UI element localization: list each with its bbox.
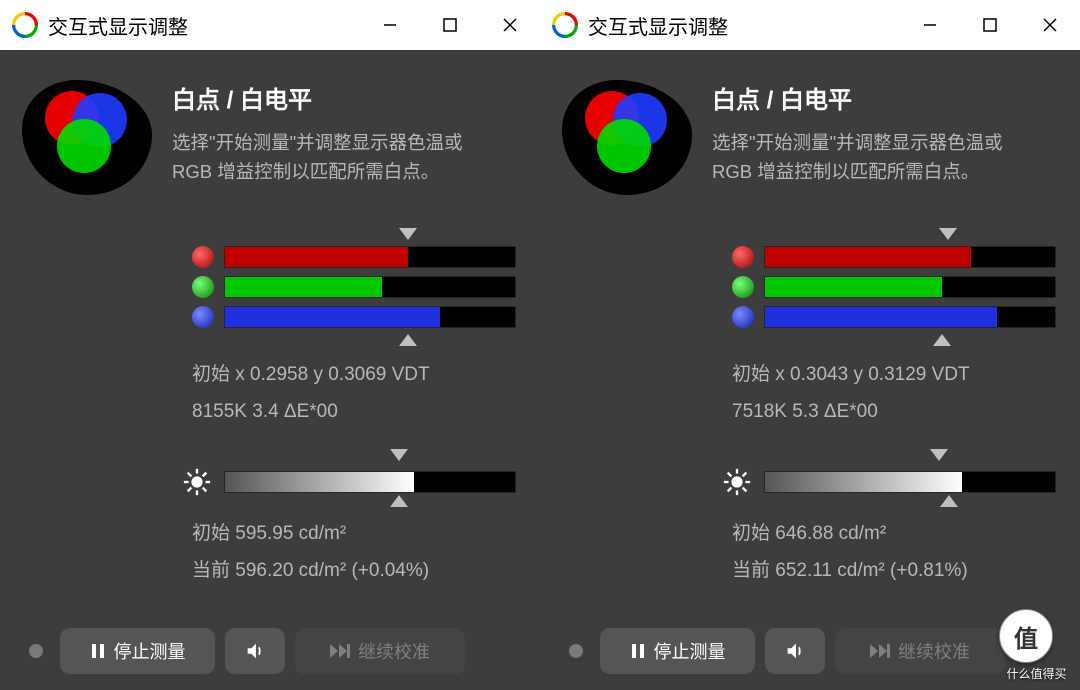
blue-dot-icon (732, 306, 754, 328)
brightness-icon (722, 467, 752, 497)
record-button[interactable] (22, 637, 50, 665)
green-dot-icon (192, 276, 214, 298)
window-left: 交互式显示调整 白点 / 白电平 选择"开始测量"并调整显示器色温或 RGB 增… (0, 0, 540, 690)
volume-icon (784, 640, 806, 662)
pause-icon (630, 643, 646, 659)
minimize-button[interactable] (360, 0, 420, 50)
red-bar[interactable] (224, 246, 516, 268)
red-bar[interactable] (764, 246, 1056, 268)
target-marker-top-icon (939, 228, 957, 240)
bright-target-marker-icon (930, 449, 948, 461)
bright-readout-1: 初始 646.88 cd/m² (562, 519, 1056, 548)
continue-calibrate-button[interactable]: 继续校准 (295, 628, 465, 674)
watermark-badge-icon: 值 (999, 609, 1053, 663)
record-button[interactable] (562, 637, 590, 665)
section-heading: 白点 / 白电平 (712, 80, 1003, 115)
brightness-bar[interactable] (764, 471, 1056, 493)
xy-readout-1: 初始 x 0.2958 y 0.3069 VDT (22, 360, 516, 389)
pause-icon (90, 643, 106, 659)
blue-dot-icon (192, 306, 214, 328)
bright-readout-1: 初始 595.95 cd/m² (22, 519, 516, 548)
maximize-button[interactable] (420, 0, 480, 50)
brightness-bar[interactable] (224, 471, 516, 493)
xy-readout-2: 7518K 5.3 ΔE*00 (562, 397, 1056, 426)
xy-readout-2: 8155K 3.4 ΔE*00 (22, 397, 516, 426)
watermark-text: 什么值得买 (999, 665, 1074, 682)
window-title: 交互式显示调整 (48, 11, 360, 40)
current-marker-bot-icon (399, 334, 417, 346)
bright-current-marker-icon (940, 495, 958, 507)
brightness-icon (182, 467, 212, 497)
play-next-icon (870, 644, 890, 658)
section-desc-1: 选择"开始测量"并调整显示器色温或 (712, 129, 1003, 158)
stop-label: 停止测量 (114, 638, 186, 664)
bright-readout-2: 当前 652.11 cd/m² (+0.81%) (562, 556, 1056, 585)
rgb-venn-icon (22, 80, 152, 200)
bright-readout-2: 当前 596.20 cd/m² (+0.04%) (22, 556, 516, 585)
sound-button[interactable] (765, 628, 825, 674)
footer: 停止测量 继续校准 (22, 620, 516, 678)
brightness-section (562, 449, 1056, 513)
continue-calibrate-button[interactable]: 继续校准 (835, 628, 1005, 674)
window-right: 交互式显示调整 白点 / 白电平 选择"开始测量"并调整显示器色温或 RGB 增… (540, 0, 1080, 690)
close-button[interactable] (1020, 0, 1080, 50)
app-logo-icon (12, 12, 38, 38)
content: 白点 / 白电平 选择"开始测量"并调整显示器色温或 RGB 增益控制以匹配所需… (540, 50, 1080, 690)
maximize-button[interactable] (960, 0, 1020, 50)
minimize-button[interactable] (900, 0, 960, 50)
target-marker-top-icon (399, 228, 417, 240)
sound-button[interactable] (225, 628, 285, 674)
stop-measure-button[interactable]: 停止测量 (600, 628, 755, 674)
brightness-section (22, 449, 516, 513)
play-next-icon (330, 644, 350, 658)
record-icon (29, 644, 43, 658)
section-desc-2: RGB 增益控制以匹配所需白点。 (172, 158, 463, 187)
red-dot-icon (732, 246, 754, 268)
footer: 停止测量 继续校准 (562, 620, 1056, 678)
window-title: 交互式显示调整 (588, 11, 900, 40)
section-desc-1: 选择"开始测量"并调整显示器色温或 (172, 129, 463, 158)
red-dot-icon (192, 246, 214, 268)
app-logo-icon (552, 12, 578, 38)
titlebar[interactable]: 交互式显示调整 (540, 0, 1080, 50)
section-heading: 白点 / 白电平 (172, 80, 463, 115)
blue-bar[interactable] (764, 306, 1056, 328)
continue-label: 继续校准 (898, 638, 970, 664)
xy-readout-1: 初始 x 0.3043 y 0.3129 VDT (562, 360, 1056, 389)
rgb-bars (562, 228, 1056, 352)
green-bar[interactable] (764, 276, 1056, 298)
current-marker-bot-icon (933, 334, 951, 346)
stop-measure-button[interactable]: 停止测量 (60, 628, 215, 674)
bright-target-marker-icon (390, 449, 408, 461)
section-desc-2: RGB 增益控制以匹配所需白点。 (712, 158, 1003, 187)
volume-icon (244, 640, 266, 662)
green-dot-icon (732, 276, 754, 298)
green-bar[interactable] (224, 276, 516, 298)
rgb-bars (22, 228, 516, 352)
content: 白点 / 白电平 选择"开始测量"并调整显示器色温或 RGB 增益控制以匹配所需… (0, 50, 540, 690)
record-icon (569, 644, 583, 658)
blue-bar[interactable] (224, 306, 516, 328)
watermark: 值 什么值得买 (999, 609, 1074, 684)
close-button[interactable] (480, 0, 540, 50)
titlebar[interactable]: 交互式显示调整 (0, 0, 540, 50)
rgb-venn-icon (562, 80, 692, 200)
stop-label: 停止测量 (654, 638, 726, 664)
continue-label: 继续校准 (358, 638, 430, 664)
bright-current-marker-icon (390, 495, 408, 507)
